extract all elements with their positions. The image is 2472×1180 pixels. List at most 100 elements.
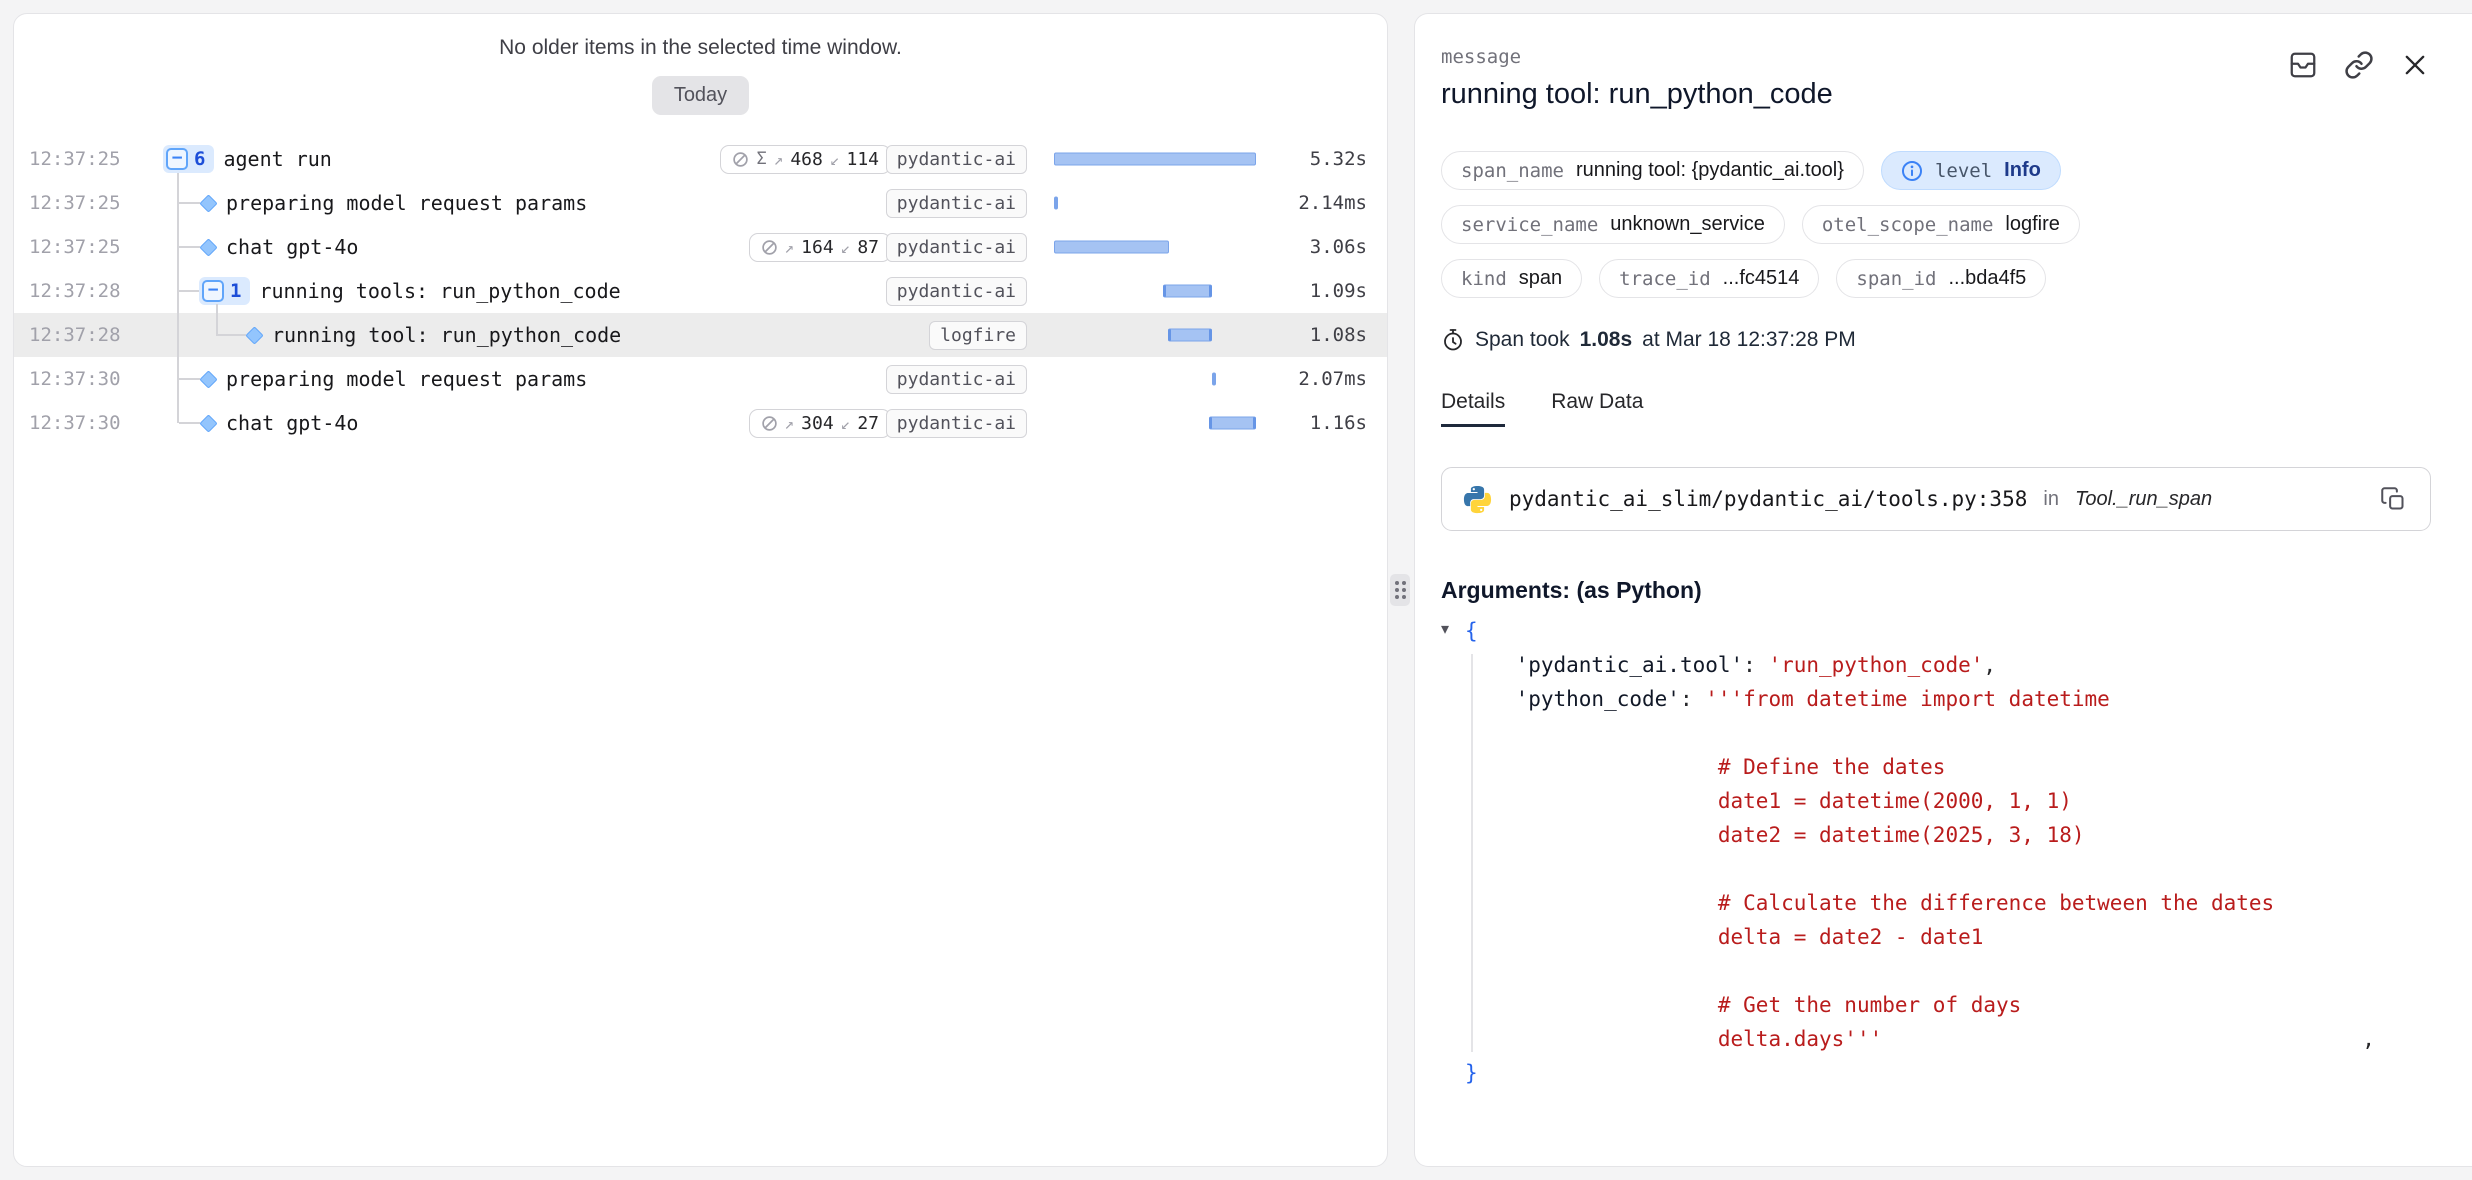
source-location-card: pydantic_ai_slim/pydantic_ai/tools.py:35… (1441, 467, 2431, 531)
input-tokens: 468 (790, 149, 823, 170)
timeline-cell (1039, 137, 1279, 181)
child-count: 6 (194, 148, 205, 170)
timeline-bar (1054, 197, 1058, 210)
code-token: # Calculate the difference between the d… (1718, 891, 2274, 915)
output-tokens: 27 (857, 413, 879, 434)
scope-tag[interactable]: pydantic-ai (886, 277, 1027, 306)
attribute-pill-span_id[interactable]: span_id ...bda4f5 (1836, 259, 2046, 298)
source-path: pydantic_ai_slim/pydantic_ai/tools.py:35… (1509, 487, 2027, 511)
timeline-cell (1039, 269, 1279, 313)
code-token: date1 = datetime(2000, 1, 1) (1718, 789, 2072, 813)
scope-tag-cell: pydantic-ai (899, 277, 1039, 306)
time-window-notice: No older items in the selected time wind… (14, 36, 1387, 60)
row-span: chat gpt-4o (139, 235, 729, 259)
trace-rows: 12:37:25−6agent runΣ↗468↙114pydantic-ai5… (14, 137, 1387, 445)
detail-header-actions (2286, 48, 2432, 82)
attribute-pill-level[interactable]: levelInfo (1881, 151, 2061, 190)
token-usage-cell: ↗164↙87 (729, 233, 899, 262)
span-duration: 2.07ms (1279, 368, 1388, 390)
input-tokens-arrow-icon: ↗ (785, 238, 795, 257)
trace-row[interactable]: 12:37:30preparing model request paramspy… (14, 357, 1387, 401)
trace-row[interactable]: 12:37:25preparing model request paramspy… (14, 181, 1387, 225)
code-line: 'python_code': '''from datetime import d… (1465, 682, 2432, 716)
span-name: agent run (223, 147, 331, 171)
panel-resize-handle[interactable] (1390, 574, 1410, 606)
code-line (1465, 852, 2432, 886)
link-icon[interactable] (2342, 48, 2376, 82)
span-title: running tool: run_python_code (1441, 78, 2432, 111)
input-tokens-arrow-icon: ↗ (774, 150, 784, 169)
inbox-icon[interactable] (2286, 48, 2320, 82)
span-duration: 1.09s (1279, 280, 1388, 302)
code-line: date1 = datetime(2000, 1, 1) (1465, 784, 2432, 818)
pill-row: kindspan trace_id ...fc4514 span_id ...bda4f… (1441, 259, 2432, 298)
code-token: : (1680, 687, 1705, 711)
scope-tag[interactable]: pydantic-ai (886, 409, 1027, 438)
attribute-pill-span_name[interactable]: span_namerunning tool: {pydantic_ai.tool… (1441, 151, 1864, 190)
scope-tag[interactable]: logfire (929, 321, 1027, 350)
scope-tag-cell: pydantic-ai (899, 365, 1039, 394)
record-kind-label: message (1441, 46, 2432, 68)
code-line (1465, 716, 2432, 750)
output-tokens-arrow-icon: ↙ (841, 414, 851, 433)
code-token: # Get the number of days (1718, 993, 2021, 1017)
close-icon[interactable] (2398, 48, 2432, 82)
attribute-pill-service_name[interactable]: service_nameunknown_service (1441, 205, 1785, 244)
attribute-value: logfire (2005, 213, 2059, 236)
attribute-value: span (1519, 267, 1562, 290)
scope-tag[interactable]: pydantic-ai (886, 365, 1027, 394)
attribute-key: span_id (1856, 268, 1936, 290)
today-wrap: Today (14, 76, 1387, 115)
trace-row[interactable]: 12:37:28−1running tools: run_python_code… (14, 269, 1387, 313)
scope-tag[interactable]: pydantic-ai (886, 233, 1027, 262)
timeline-cell (1039, 401, 1279, 445)
attribute-pill-trace_id[interactable]: trace_id ...fc4514 (1599, 259, 1819, 298)
code-token (1465, 1027, 1718, 1051)
scope-tag[interactable]: pydantic-ai (886, 189, 1027, 218)
timing-duration: 1.08s (1580, 328, 1633, 352)
chevron-down-icon[interactable]: ▾ (1441, 619, 1449, 639)
tab-details[interactable]: Details (1441, 390, 1505, 427)
collapse-toggle[interactable]: −6 (163, 145, 214, 173)
code-token (1465, 925, 1718, 949)
copy-icon[interactable] (2376, 482, 2410, 516)
attribute-value: ...fc4514 (1723, 267, 1800, 290)
code-token: } (1465, 1061, 1478, 1085)
attribute-value: ...bda4f5 (1948, 267, 2026, 290)
output-tokens: 114 (846, 149, 879, 170)
span-diamond-icon (199, 194, 217, 212)
attribute-pill-kind[interactable]: kindspan (1441, 259, 1582, 298)
span-duration: 1.08s (1279, 324, 1388, 346)
timeline-cell (1039, 181, 1279, 225)
code-token: , (2362, 1027, 2375, 1051)
today-button[interactable]: Today (652, 76, 749, 115)
scope-tag[interactable]: pydantic-ai (886, 145, 1027, 174)
span-name: preparing model request params (226, 367, 587, 391)
attribute-key: span_name (1461, 160, 1564, 182)
source-scope: Tool._run_span (2075, 488, 2212, 511)
attribute-key: level (1935, 160, 1992, 182)
trace-row[interactable]: 12:37:25−6agent runΣ↗468↙114pydantic-ai5… (14, 137, 1387, 181)
source-in-label: in (2043, 488, 2059, 511)
timing-at: at Mar 18 12:37:28 PM (1642, 328, 1856, 352)
trace-row[interactable]: 12:37:30chat gpt-4o↗304↙27pydantic-ai1.1… (14, 401, 1387, 445)
attribute-value: unknown_service (1610, 213, 1765, 236)
collapse-toggle[interactable]: −1 (199, 277, 250, 305)
span-diamond-icon (199, 414, 217, 432)
input-tokens-arrow-icon: ↗ (785, 414, 795, 433)
code-line (1465, 954, 2432, 988)
attribute-pill-otel_scope_name[interactable]: otel_scope_name logfire (1802, 205, 2080, 244)
tab-raw-data[interactable]: Raw Data (1551, 390, 1643, 427)
attribute-key: otel_scope_name (1822, 214, 1994, 236)
trace-row[interactable]: 12:37:25chat gpt-4o↗164↙87pydantic-ai3.0… (14, 225, 1387, 269)
code-token (1465, 891, 1718, 915)
detail-panel: message running tool: run_python_code sp… (1414, 13, 2472, 1167)
row-timestamp: 12:37:28 (14, 280, 139, 302)
code-fold-guide (1471, 654, 1473, 1052)
code-token (1465, 823, 1718, 847)
span-timing: Span took 1.08s at Mar 18 12:37:28 PM (1441, 328, 2432, 352)
scope-tag-cell: pydantic-ai (899, 233, 1039, 262)
token-usage-cell: Σ↗468↙114 (729, 145, 899, 174)
span-name: chat gpt-4o (226, 411, 358, 435)
attribute-key: trace_id (1619, 268, 1711, 290)
